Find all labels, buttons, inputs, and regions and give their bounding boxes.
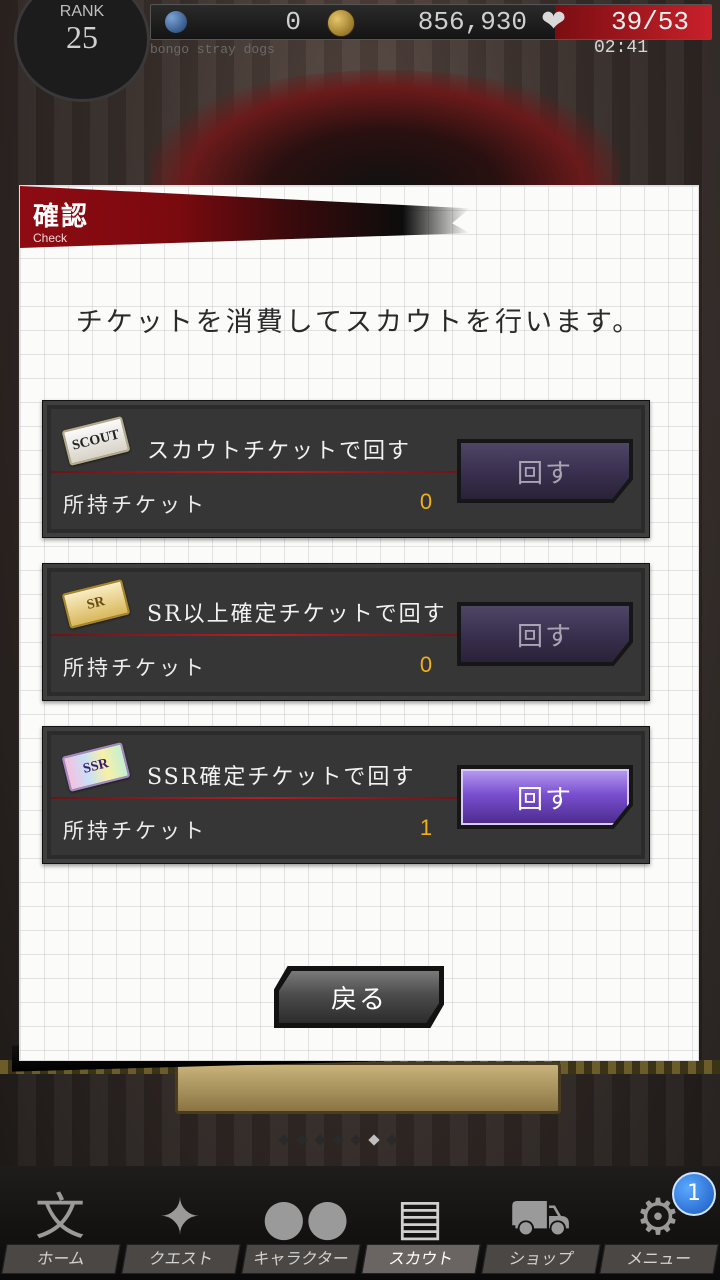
ticket-row-scout: SCOUT スカウトチケットで回す 所持チケット 0 回す: [42, 400, 650, 538]
bungo-home-icon: 文: [35, 1188, 85, 1246]
pager-dots: [278, 1134, 398, 1146]
pager-dot[interactable]: [296, 1134, 308, 1146]
ticket-row-panel: SR SR以上確定チケットで回す 所持チケット 0 回す: [51, 572, 641, 692]
ticket-row-label: スカウトチケットで回す: [147, 439, 412, 464]
nav-character-label: キャラクター: [241, 1244, 361, 1274]
owned-label: 所持チケット: [63, 656, 207, 680]
owned-label: 所持チケット: [63, 493, 207, 517]
nav-scout[interactable]: ▤ スカウト: [360, 1180, 482, 1276]
nav-home[interactable]: 文 ホーム: [0, 1180, 122, 1276]
pager-dot[interactable]: [278, 1134, 290, 1146]
pager-dot[interactable]: [386, 1134, 398, 1146]
money-count: 856,930: [417, 7, 527, 37]
book-scout-icon: ▤: [396, 1188, 444, 1246]
owned-count: 0: [419, 652, 433, 677]
pager-dot[interactable]: [350, 1134, 362, 1146]
owned-count: 1: [419, 815, 433, 840]
pager-dot[interactable]: [332, 1134, 344, 1146]
ssr-ticket-icon: SSR: [61, 742, 131, 792]
row-divider: [51, 471, 471, 473]
owned-count: 0: [419, 489, 433, 514]
pager-dot[interactable]: [314, 1134, 326, 1146]
dialog-title: 確認: [33, 202, 90, 232]
ticket-row-label: SR以上確定チケットで回す: [147, 602, 447, 627]
nav-shop[interactable]: ⛟ ショップ: [480, 1180, 602, 1276]
bottom-nav: 文 ホーム ✦ クエスト ●● キャラクター ▤ スカウト ⛟ ショップ ⚙ メ…: [0, 1166, 720, 1280]
menu-notification-badge: 1: [672, 1172, 716, 1216]
sr-ticket-icon: SR: [61, 579, 131, 629]
dialog-subtitle: Check: [33, 231, 68, 245]
nav-shop-label: ショップ: [481, 1244, 601, 1274]
nav-quest[interactable]: ✦ クエスト: [120, 1180, 242, 1276]
row-divider: [51, 797, 471, 799]
ticket-row-panel: SCOUT スカウトチケットで回す 所持チケット 0 回す: [51, 409, 641, 529]
owned-label: 所持チケット: [63, 819, 207, 843]
heart-icon: ❤: [541, 4, 567, 39]
ticket-row-sr: SR SR以上確定チケットで回す 所持チケット 0 回す: [42, 563, 650, 701]
spin-button-scout[interactable]: 回す: [461, 443, 629, 499]
nav-quest-label: クエスト: [121, 1244, 241, 1274]
ticket-row-panel: SSR SSR確定チケットで回す 所持チケット 1 回す: [51, 735, 641, 855]
spin-button-sr[interactable]: 回す: [461, 606, 629, 662]
nav-home-label: ホーム: [1, 1244, 121, 1274]
cart-shop-icon: ⛟: [508, 1188, 572, 1246]
ticket-row-ssr: SSR SSR確定チケットで回す 所持チケット 1 回す: [42, 726, 650, 864]
stamina-timer: 02:41: [594, 38, 649, 58]
scout-ticket-icon: SCOUT: [61, 416, 131, 466]
stamina-bar: ❤ 39/53: [541, 5, 711, 39]
pager-dot-active[interactable]: [368, 1134, 380, 1146]
characters-icon: ●●: [262, 1188, 350, 1246]
nav-scout-label: スカウト: [361, 1244, 481, 1274]
resource-bar: 0 856,930 ❤ 39/53: [150, 4, 712, 40]
coin-icon: [327, 9, 355, 37]
back-button[interactable]: 戻る: [279, 971, 439, 1023]
rank-value: 25: [66, 19, 98, 55]
ticket-row-label: SSR確定チケットで回す: [147, 765, 416, 790]
nav-character[interactable]: ●● キャラクター: [240, 1180, 362, 1276]
stamina-count: 39/53: [610, 7, 689, 37]
row-divider: [51, 634, 471, 636]
game-subtitle: bongo stray dogs: [150, 42, 275, 57]
nav-menu-label: メニュー: [599, 1244, 719, 1274]
spin-button-ssr[interactable]: 回す: [461, 769, 629, 825]
gem-count: 0: [285, 7, 301, 37]
gem-icon: [165, 11, 187, 33]
tiger-quest-icon: ✦: [159, 1188, 201, 1246]
background-scout-banner: [175, 1062, 561, 1114]
dialog-message: チケットを消費してスカウトを行います。: [75, 307, 643, 338]
